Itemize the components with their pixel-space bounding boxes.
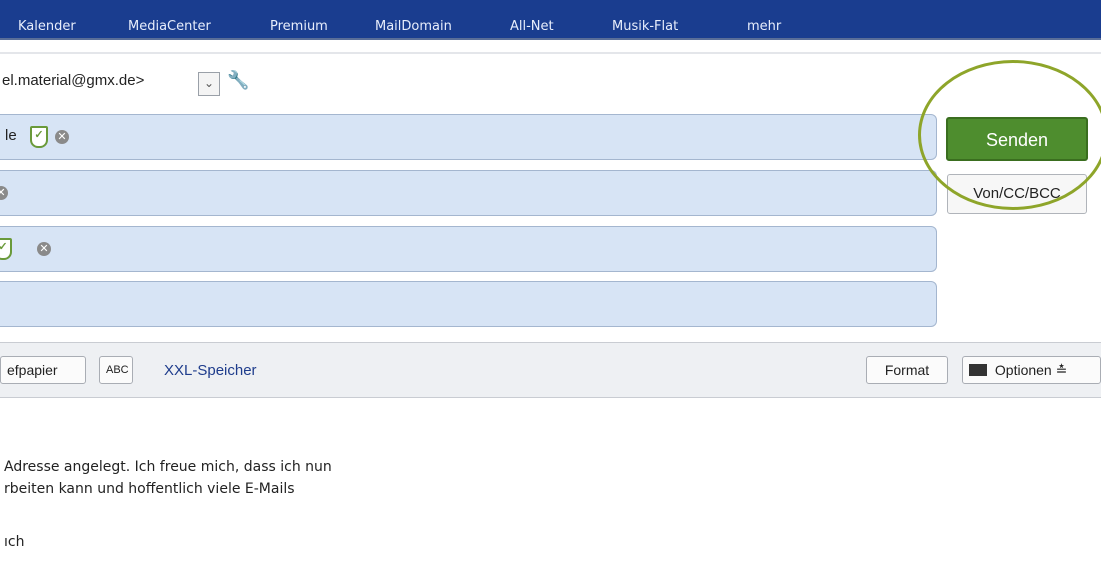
remove-recipient-icon[interactable]: ✕ [55, 130, 69, 144]
spellcheck-icon: ABC [106, 364, 129, 376]
shield-check-icon: ✓ [0, 238, 12, 260]
options-label: Optionen [994, 362, 1052, 378]
send-button[interactable]: Senden [946, 117, 1088, 161]
from-address: el.material@gmx.de> [2, 72, 145, 89]
subject-field[interactable] [0, 281, 937, 327]
remove-recipient-icon[interactable]: ✕ [37, 242, 51, 256]
from-dropdown-button[interactable]: ⌄ [198, 72, 220, 96]
xxl-storage-link[interactable]: XXL-Speicher [164, 362, 257, 379]
wrench-icon[interactable]: 🔧 [227, 70, 249, 91]
cc-field[interactable]: ✕ [0, 170, 937, 216]
stationery-button[interactable]: efpapier [0, 356, 86, 384]
editor-toolbar: efpapier ABC XXL-Speicher Format Optione… [0, 342, 1101, 398]
top-navigation-bar: Kalender MediaCenter Premium MailDomain … [0, 0, 1101, 40]
message-body-line: rbeiten kann und hoffentlich viele E-Mai… [4, 481, 295, 497]
nav-item-musik-flat[interactable]: Musik-Flat [612, 19, 678, 34]
nav-item-mehr[interactable]: mehr [747, 19, 781, 34]
format-button[interactable]: Format [866, 356, 948, 384]
message-body-line: Adresse angelegt. Ich freue mich, dass i… [4, 459, 332, 475]
nav-item-premium[interactable]: Premium [270, 19, 328, 34]
nav-item-all-net[interactable]: All-Net [510, 19, 554, 34]
to-recipient-fragment: le [5, 127, 17, 144]
nav-item-mediacenter[interactable]: MediaCenter [128, 19, 211, 34]
chevron-double-down-icon: ≛ [1055, 362, 1068, 378]
message-body-line: ıch [4, 534, 25, 550]
to-field[interactable]: le ✓ ✕ [0, 114, 937, 160]
envelope-icon [969, 364, 987, 376]
from-cc-bcc-button[interactable]: Von/CC/BCC [947, 174, 1087, 214]
options-button[interactable]: Optionen ≛ [962, 356, 1101, 384]
shield-check-icon: ✓ [30, 126, 48, 148]
bcc-field[interactable]: ✓ ✕ [0, 226, 937, 272]
remove-recipient-icon[interactable]: ✕ [0, 186, 8, 200]
header-divider [0, 52, 1101, 54]
chevron-down-icon: ⌄ [203, 76, 215, 90]
nav-item-kalender[interactable]: Kalender [18, 19, 76, 34]
spellcheck-button[interactable]: ABC [99, 356, 133, 384]
nav-item-maildomain[interactable]: MailDomain [375, 19, 452, 34]
